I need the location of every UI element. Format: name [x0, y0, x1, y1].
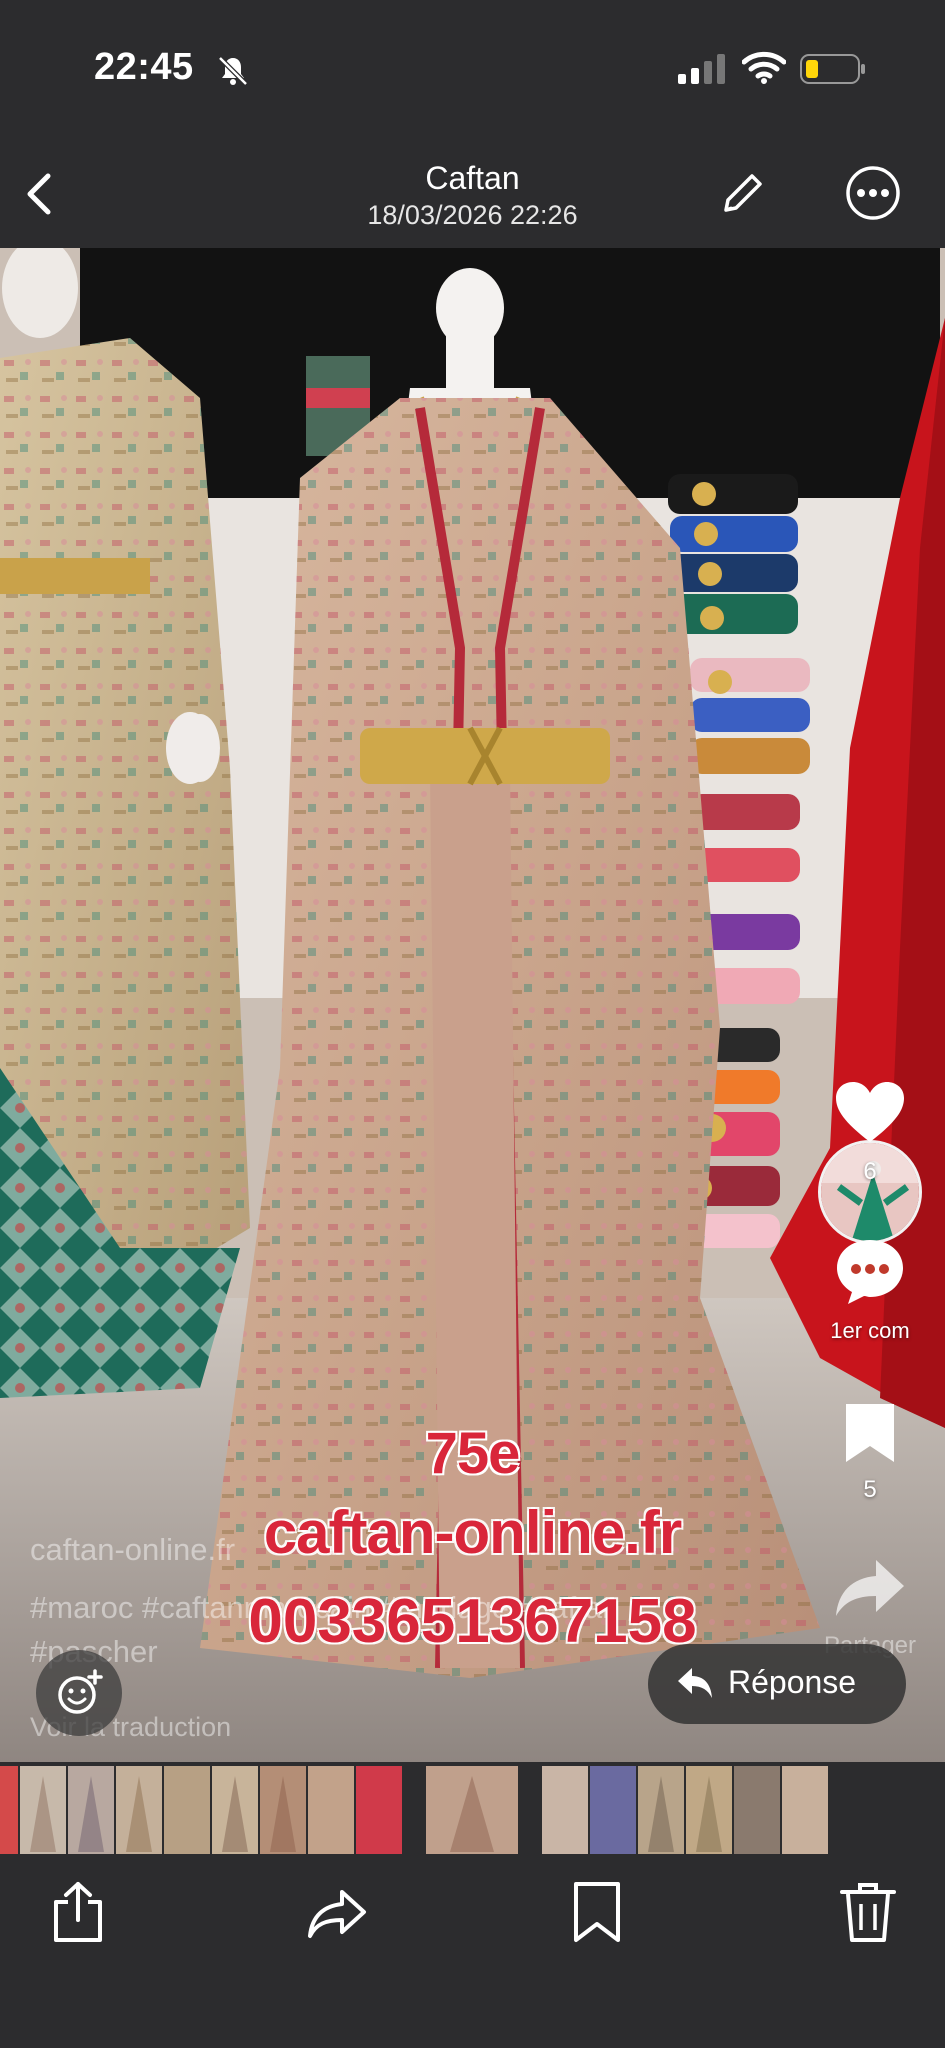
trash-icon[interactable]	[838, 1880, 898, 1944]
status-time: 22:45	[94, 46, 194, 88]
wifi-icon	[742, 51, 786, 84]
comment-icon[interactable]	[834, 1236, 906, 1306]
reply-button[interactable]: Réponse	[648, 1644, 906, 1724]
like-count: 6	[863, 1158, 877, 1185]
reply-icon	[678, 1668, 712, 1698]
website-overlay: caftan-online.fr	[263, 1499, 682, 1566]
upload-icon[interactable]	[48, 1880, 108, 1944]
bookmark-icon[interactable]	[842, 1400, 898, 1466]
pencil-icon[interactable]	[718, 170, 766, 218]
bookmark-outline-icon[interactable]	[570, 1880, 624, 1944]
emoji-reaction-button[interactable]	[36, 1650, 122, 1736]
signal-icon	[678, 54, 725, 84]
thumbnail-strip[interactable]	[0, 1762, 945, 1858]
bell-off-icon	[218, 56, 248, 86]
battery-icon	[800, 54, 865, 84]
emoji-icon	[58, 1669, 103, 1714]
page-title: Caftan	[425, 160, 520, 196]
heart-icon[interactable]	[834, 1080, 906, 1146]
more-icon[interactable]	[844, 164, 902, 222]
status-bar: 22:45	[0, 0, 945, 140]
price-overlay: 75e	[425, 1421, 521, 1486]
bottom-toolbar	[0, 1858, 945, 2048]
thumbnail-images	[0, 1766, 828, 1854]
profile-avatar[interactable]	[818, 1140, 922, 1244]
page-subtitle: 18/03/2026 22:26	[367, 200, 578, 230]
forward-icon[interactable]	[306, 1880, 368, 1944]
comment-label: 1er com	[830, 1318, 910, 1343]
share-icon[interactable]	[832, 1556, 908, 1620]
nav-header: Caftan 18/03/2026 22:26	[0, 140, 945, 248]
save-count: 5	[863, 1476, 877, 1503]
reply-label: Réponse	[728, 1664, 857, 1700]
